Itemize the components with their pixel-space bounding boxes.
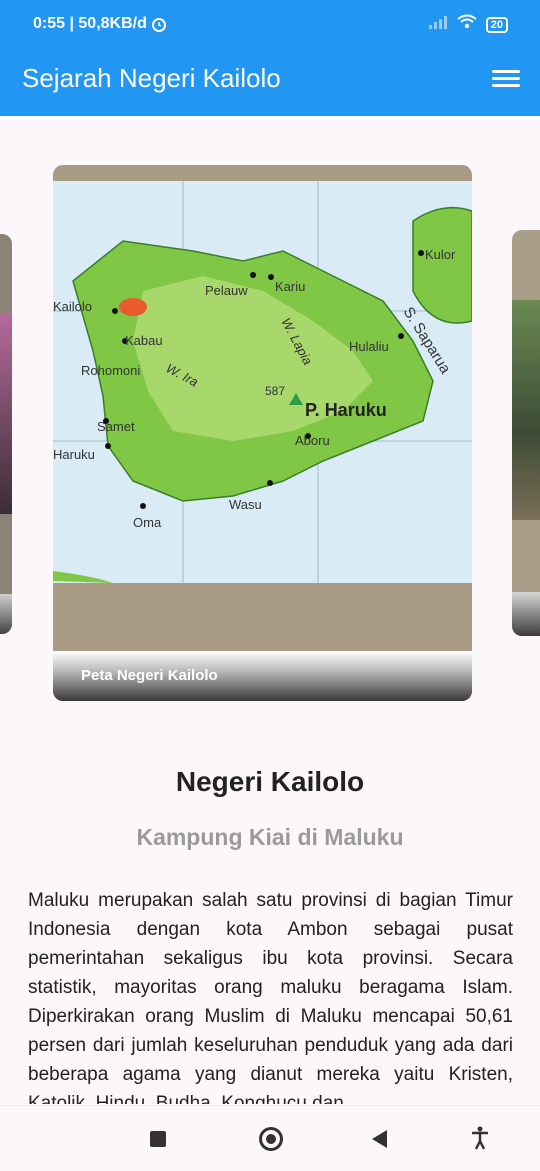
map-label-samet: Samet <box>97 419 135 434</box>
map-label-kariu: Kariu <box>275 279 305 294</box>
caption-bar: Peta Negeri Kailolo <box>53 651 472 701</box>
map-label-wasu: Wasu <box>229 497 262 512</box>
accessibility-icon[interactable] <box>470 1126 490 1150</box>
map-label-kulor: Kulor <box>425 247 456 262</box>
map-label-pelauw: Pelauw <box>205 283 248 298</box>
article-subtitle: Kampung Kiai di Maluku <box>136 824 404 850</box>
map-label-oma: Oma <box>133 515 162 530</box>
map-label-elevation: 587 <box>265 384 285 398</box>
recents-square-icon[interactable] <box>150 1131 166 1147</box>
page-title: Sejarah Negeri Kailolo <box>22 63 281 93</box>
map-label-aboru: Aboru <box>295 433 330 448</box>
map-image: Kailolo Kabau Rohomoni Samet Haruku Oma … <box>53 181 472 583</box>
map-label-haruku: Haruku <box>53 447 95 462</box>
article-title: Negeri Kailolo <box>175 766 365 797</box>
map-label-rohomoni: Rohomoni <box>81 363 140 378</box>
carousel-card-next[interactable] <box>512 230 540 636</box>
map-label-hulaliu: Hulaliu <box>349 339 389 354</box>
battery-icon: 20 <box>485 16 508 33</box>
status-bar: 0:55 | 50,8KB/d 20 <box>0 0 540 50</box>
signal-icon <box>428 15 448 34</box>
wifi-icon <box>456 14 478 35</box>
map-label-kabau: Kabau <box>125 333 163 348</box>
alarm-icon <box>150 15 168 38</box>
carousel-caption: Peta Negeri Kailolo <box>81 667 218 684</box>
app-bar: Sejarah Negeri Kailolo <box>0 50 540 116</box>
system-nav-bar <box>0 1105 540 1171</box>
status-time: 0:55 | 50,8KB/d <box>33 15 147 32</box>
status-icons: 20 <box>428 14 508 35</box>
article-body: Maluku merupakan salah satu provinsi di … <box>28 890 513 1104</box>
map-label-p-haruku: P. Haruku <box>305 400 387 420</box>
back-triangle-icon[interactable] <box>372 1130 387 1148</box>
home-circle-icon[interactable] <box>259 1127 283 1151</box>
carousel-card-previous[interactable] <box>0 234 12 634</box>
carousel-card-current[interactable]: Kailolo Kabau Rohomoni Samet Haruku Oma … <box>53 165 472 701</box>
image-carousel[interactable]: Kailolo Kabau Rohomoni Samet Haruku Oma … <box>0 116 540 736</box>
hamburger-menu-icon[interactable] <box>492 66 520 94</box>
map-label-kailolo: Kailolo <box>53 299 92 314</box>
